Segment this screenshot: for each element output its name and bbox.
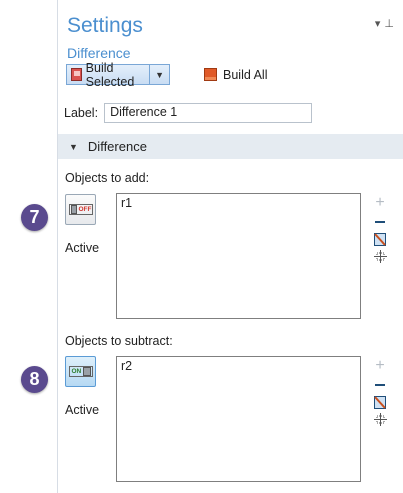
remove-icon[interactable] xyxy=(375,221,385,223)
active-toggle-subtract[interactable]: ON xyxy=(65,356,96,387)
clear-selection-icon[interactable] xyxy=(374,233,386,246)
build-selected-icon xyxy=(71,68,82,81)
remove-icon[interactable] xyxy=(375,384,385,386)
node-name: Difference xyxy=(67,45,131,61)
callout-badge-7: 7 xyxy=(21,204,48,231)
objects-to-add-label: Objects to add: xyxy=(65,171,150,185)
zoom-to-selection-icon[interactable] xyxy=(373,250,387,263)
section-title: Difference xyxy=(87,139,147,154)
objects-to-subtract-list[interactable]: r2 xyxy=(116,356,361,482)
add-icon[interactable]: + xyxy=(375,195,384,215)
switch-knob xyxy=(83,367,91,376)
label-row: Label: Difference 1 xyxy=(64,103,313,123)
collapse-triangle-icon: ▼ xyxy=(69,141,78,152)
toggle-state-text: ON xyxy=(71,368,82,375)
active-label-subtract: Active xyxy=(65,403,100,417)
build-all-button[interactable]: Build All xyxy=(204,64,267,85)
build-all-label: Build All xyxy=(223,67,268,82)
settings-panel: Settings ▾⊥ Difference Build Selected ▼ … xyxy=(57,0,403,493)
build-selected-button[interactable]: Build Selected ▼ xyxy=(66,61,170,89)
clear-selection-icon[interactable] xyxy=(374,396,386,409)
on-switch-icon: ON xyxy=(68,366,93,377)
label-input[interactable]: Difference 1 xyxy=(104,103,313,123)
add-icon[interactable]: + xyxy=(375,358,384,378)
active-label-add: Active xyxy=(65,241,100,255)
objects-to-add-list[interactable]: r1 xyxy=(116,193,361,319)
chevron-down-icon[interactable]: ▼ xyxy=(150,70,169,80)
off-switch-icon: OFF xyxy=(68,204,93,215)
active-toggle-add[interactable]: OFF xyxy=(65,194,96,225)
toggle-state-text: OFF xyxy=(78,206,92,213)
section-header-difference[interactable]: ▼ Difference xyxy=(58,134,403,159)
objects-to-subtract-label: Objects to subtract: xyxy=(65,334,173,348)
objects-to-subtract-tools: + xyxy=(372,358,388,426)
objects-to-add-tools: + xyxy=(372,195,388,263)
build-selected-label: Build Selected xyxy=(85,60,135,89)
panel-title: Settings xyxy=(67,14,143,37)
list-item[interactable]: r2 xyxy=(121,359,356,373)
pin-icon[interactable]: ⊥ xyxy=(384,18,398,30)
panel-window-controls: ▾⊥ xyxy=(375,17,398,30)
dropdown-arrow-icon[interactable]: ▾ xyxy=(375,18,385,30)
build-all-icon xyxy=(204,68,217,81)
list-item[interactable]: r1 xyxy=(121,196,356,210)
label-caption: Label: xyxy=(64,106,99,120)
switch-knob xyxy=(70,205,77,214)
zoom-to-selection-icon[interactable] xyxy=(373,413,387,426)
callout-badge-8: 8 xyxy=(21,366,48,393)
